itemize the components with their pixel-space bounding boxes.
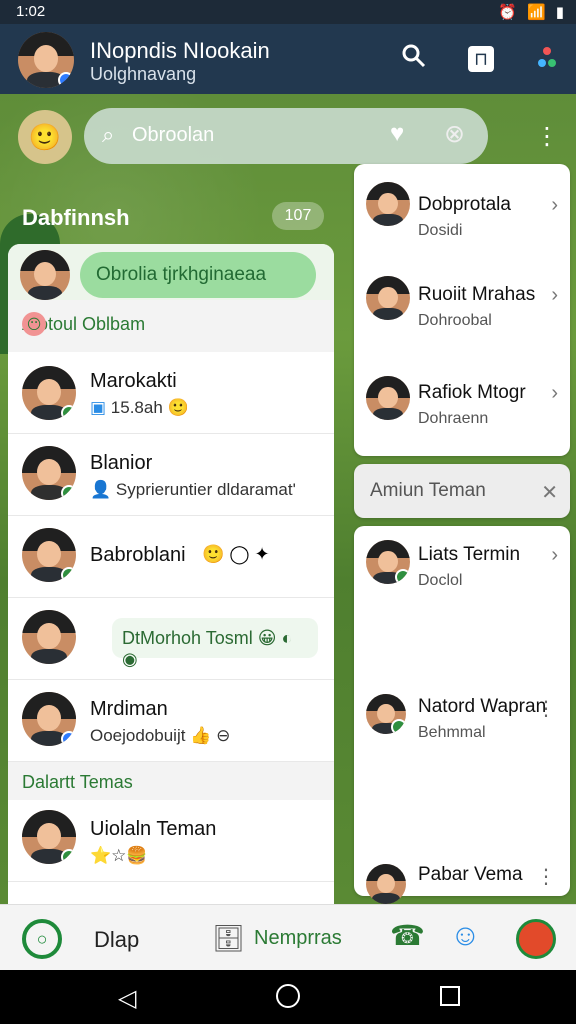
avatar [366, 864, 406, 904]
chevron-right-icon[interactable]: › [551, 194, 558, 217]
recents-icon[interactable] [440, 986, 460, 1006]
avatar [22, 446, 76, 500]
avatar [22, 810, 76, 864]
tab-nemprras[interactable]: Nemprras [254, 927, 342, 950]
chat-icon[interactable]: ○ [22, 919, 62, 959]
person-icon: 👤 [90, 480, 112, 499]
chat-list-panel: Obrolia tjrkhginaeaa Alotoul Oblbam 😶 Ma… [8, 244, 334, 904]
battery-icon: ▮ [555, 4, 564, 21]
list-item[interactable]: Babroblani 🙂 ◯ ✦ [8, 516, 334, 598]
avatar [22, 528, 76, 582]
avatar [366, 276, 410, 320]
message-icon: ▣ [90, 398, 107, 417]
chevron-right-icon[interactable]: › [551, 382, 558, 405]
tab-dlap[interactable]: Dlap [94, 927, 139, 953]
left-title: Dabfinnsh [22, 205, 130, 230]
more-icon[interactable]: ⋮ [536, 696, 556, 721]
right-card-top: Dobprotala Dosidi › Ruoiit Mrahas Dohroo… [354, 164, 570, 456]
list-item[interactable]: Mrdiman Ooejodobuijt 👍 ⊖ [8, 680, 334, 762]
wifi-icon: 📶 [527, 4, 546, 21]
emoji-icon: 🙂 [167, 398, 189, 417]
search-icon: ⌕ [102, 122, 115, 147]
add-friend-row[interactable]: Amiun Teman ✕ [354, 464, 570, 518]
emoji-icons: 👍 ⊖ [190, 726, 231, 745]
bottom-bar: ○ Dlap 🗄 Nemprras ☎ ☺ [0, 904, 576, 970]
emoji-icons: ⭐☆🍔 [90, 846, 148, 865]
avatar [22, 366, 76, 420]
home-icon[interactable] [276, 984, 300, 1008]
phone-icon[interactable]: ☎ [390, 919, 425, 952]
storage-icon[interactable]: 🗄 [212, 923, 245, 954]
profile-avatar[interactable] [18, 32, 74, 88]
section-header-1: Alotoul Oblbam 😶 [8, 300, 334, 352]
search-bar[interactable]: ⌕ Obroolan ♥ ⊗ [84, 108, 488, 164]
avatar [366, 540, 410, 584]
left-badge: 107 [272, 202, 324, 230]
avatar [366, 694, 406, 734]
more-icon[interactable]: ⋮ [535, 122, 559, 151]
heart-icon[interactable]: ♥ [390, 120, 404, 148]
search-icon[interactable] [400, 42, 428, 70]
list-item[interactable]: Blanior 👤 Syprieruntier dldaramat' [8, 434, 334, 516]
list-item[interactable]: Uiolaln Teman ⭐☆🍔 [8, 800, 334, 882]
left-head: Obrolia tjrkhginaeaa [8, 244, 334, 300]
header-name: INopndis NIookain [90, 38, 270, 63]
avatar [22, 692, 76, 746]
avatar [366, 182, 410, 226]
section-header-2: Dalartt Temas [8, 762, 334, 800]
right-panel: Dobprotala Dosidi › Ruoiit Mrahas Dohroo… [354, 164, 570, 904]
app-icon[interactable]: ⊓ [468, 46, 494, 72]
smile-icon[interactable]: ☺ [450, 919, 481, 953]
chevron-right-icon[interactable]: › [551, 544, 558, 567]
close-icon[interactable]: ✕ [541, 480, 558, 505]
menu-icon[interactable] [538, 46, 556, 79]
sticker-icon[interactable]: 🙂 [18, 110, 72, 164]
search-placeholder: Obroolan [132, 124, 215, 146]
status-pill[interactable]: Obrolia tjrkhginaeaa [80, 252, 316, 298]
list-item[interactable]: Marokakti ▣ 15.8ah 🙂 [8, 352, 334, 434]
more-icon[interactable]: ⋮ [536, 864, 556, 889]
emoji-icon[interactable]: 😶 [22, 312, 46, 336]
tomato-icon[interactable] [516, 919, 556, 959]
alarm-icon: ⏰ [498, 4, 518, 21]
list-item[interactable]: DtMorhoh Tosml 😀 ◐ ◉ [8, 598, 334, 680]
left-head-avatar[interactable] [20, 250, 70, 300]
header-subtitle: Uolghnavang [90, 64, 197, 84]
message-bubble: DtMorhoh Tosml 😀 ◐ ◉ [112, 618, 318, 669]
chat-header: INopndis NIookain Uolghnavang ⊓ [0, 24, 576, 94]
avatar [366, 376, 410, 420]
right-card-bottom: Liats Termin Doclol › Natord Wapran Behm… [354, 526, 570, 904]
avatar [22, 610, 76, 664]
status-bar: 1:02 ⏰ 📶 ▮ [0, 0, 576, 24]
status-time: 1:02 [16, 3, 46, 20]
x-icon[interactable]: ⊗ [444, 119, 465, 149]
back-icon[interactable]: ◁ [118, 984, 136, 1013]
android-navbar: ◁ [0, 970, 576, 1024]
chevron-right-icon[interactable]: › [551, 284, 558, 307]
